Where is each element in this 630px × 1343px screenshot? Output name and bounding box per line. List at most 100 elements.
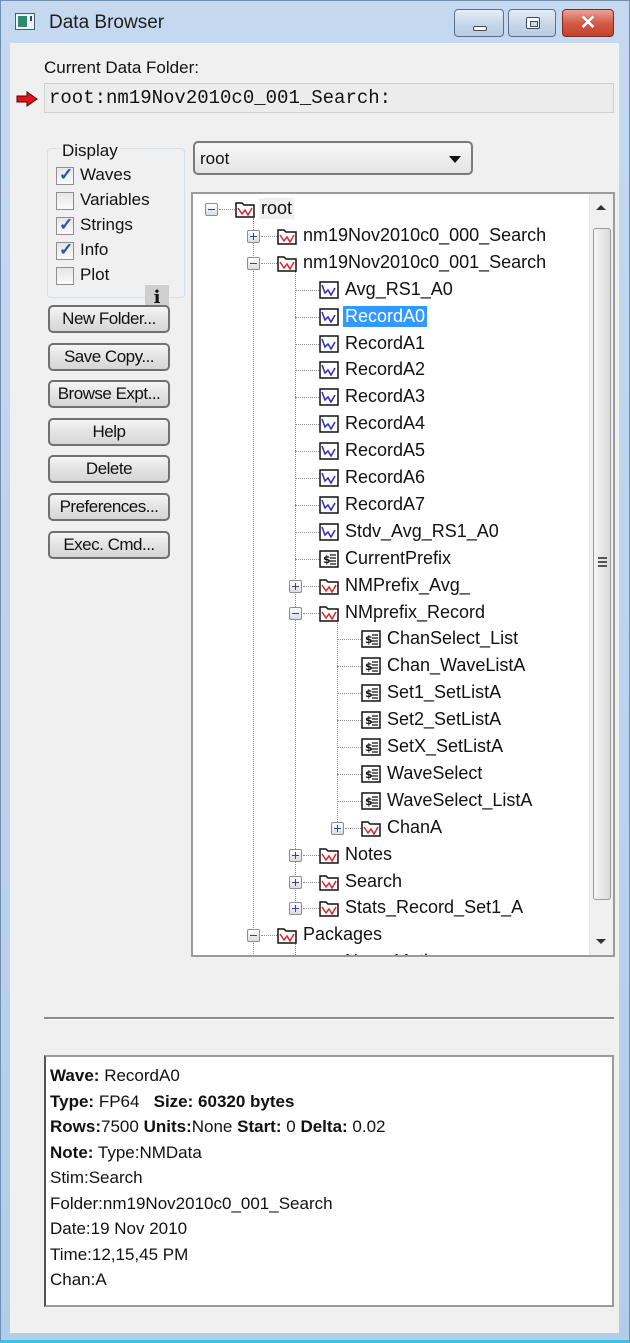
tree-connector <box>337 720 361 722</box>
tree-connector <box>261 262 277 264</box>
tree-scrollbar[interactable] <box>589 194 613 955</box>
data-browser-window: Data Browser ✕ Current Data Folder: root… <box>0 0 630 1343</box>
tree-string-item[interactable]: $ CurrentPrefix <box>193 546 589 573</box>
tree-folder-item[interactable]: NeuroMatic <box>193 949 589 957</box>
tree-folder-item[interactable]: Stats_Record_Set1_A <box>193 895 589 922</box>
tree-wave-item[interactable]: Stdv_Avg_RS1_A0 <box>193 519 589 546</box>
expand-icon[interactable] <box>289 956 302 957</box>
tree-string-item[interactable]: $ Set1_SetListA <box>193 680 589 707</box>
data-folder-icon <box>277 256 297 272</box>
tree-wave-item[interactable]: RecordA3 <box>193 384 589 411</box>
tree-item-label: NMPrefix_Avg_ <box>345 574 470 595</box>
folder-select[interactable]: root <box>193 141 473 175</box>
browse-expt-button[interactable]: Browse Expt... <box>48 380 170 408</box>
collapse-icon[interactable] <box>205 203 218 216</box>
tree-folder-item[interactable]: nm19Nov2010c0_001_Search <box>193 250 589 277</box>
expand-icon[interactable] <box>247 229 260 243</box>
checkbox-box[interactable]: ✓ <box>56 215 74 235</box>
tree-wave-item[interactable]: RecordA4 <box>193 411 589 438</box>
tree-item-label: Notes <box>345 843 393 864</box>
tree-folder-item[interactable]: NMPrefix_Avg_ <box>193 573 589 600</box>
close-button[interactable]: ✕ <box>562 9 614 37</box>
expand-icon[interactable] <box>331 821 344 835</box>
checkbox-box[interactable] <box>56 267 74 285</box>
scroll-thumb[interactable] <box>593 228 611 900</box>
delete-button[interactable]: Delete <box>48 455 170 483</box>
tree-item-label: root <box>259 198 295 219</box>
collapse-icon[interactable] <box>247 256 260 270</box>
collapse-icon[interactable] <box>289 606 302 620</box>
collapse-icon[interactable] <box>247 929 260 943</box>
exec-cmd-button[interactable]: Exec. Cmd... <box>48 531 170 559</box>
tree-connector <box>337 747 361 748</box>
grip-icon <box>598 557 607 569</box>
tree-item-label: Stats_Record_Set1_A <box>345 897 524 918</box>
scroll-up-button[interactable] <box>590 196 613 220</box>
expand-icon[interactable] <box>289 579 302 593</box>
tree-folder-item[interactable]: Search <box>193 869 589 896</box>
checkbox-box[interactable] <box>56 192 74 210</box>
wave-icon <box>319 442 339 460</box>
tree-connector <box>261 235 277 237</box>
tree-connector <box>295 316 319 318</box>
string-variable-icon: $ <box>361 711 381 729</box>
tree-wave-item[interactable]: RecordA6 <box>193 465 589 492</box>
checkbox-box[interactable]: ✓ <box>56 240 74 260</box>
title-bar[interactable]: Data Browser ✕ <box>1 1 629 43</box>
data-folder-icon <box>319 953 339 957</box>
checkbox-box[interactable]: ✓ <box>56 165 74 185</box>
tree-item-label: RecordA1 <box>345 332 426 353</box>
minimize-button[interactable] <box>454 9 504 37</box>
tree-connector <box>303 585 319 587</box>
tree-string-item[interactable]: $ Set2_SetListA <box>193 707 589 734</box>
tree-wave-item[interactable]: RecordA0 <box>193 304 589 331</box>
wave-icon <box>319 361 339 380</box>
data-folder-icon <box>319 847 339 864</box>
minimize-icon <box>473 26 487 31</box>
tree-folder-item[interactable]: nm19Nov2010c0_000_Search <box>193 223 589 250</box>
current-folder-arrow-icon <box>16 91 38 107</box>
new-folder-button[interactable]: New Folder... <box>48 305 170 333</box>
expand-icon[interactable] <box>289 848 302 862</box>
tree-wave-item[interactable]: RecordA1 <box>193 331 589 358</box>
tree-wave-item[interactable]: Avg_RS1_A0 <box>193 277 589 304</box>
tree-string-item[interactable]: $ WaveSelect <box>193 761 589 788</box>
tree-folder-item[interactable]: Notes <box>193 842 589 869</box>
tree-item-label: NeuroMatic <box>343 951 439 955</box>
tree-folder-item[interactable]: root <box>193 196 589 223</box>
tree-wave-item[interactable]: RecordA5 <box>193 438 589 465</box>
tree-item-label: nm19Nov2010c0_000_Search <box>303 224 547 245</box>
data-folder-icon <box>319 605 339 622</box>
arrow-up-icon <box>596 205 606 210</box>
string-variable-icon: $ <box>361 684 381 702</box>
tree-folder-item[interactable]: Packages <box>193 922 589 949</box>
tree-item-label: Chan_WaveListA <box>387 655 526 676</box>
expand-icon[interactable] <box>289 902 302 916</box>
tree-item-label: Set1_SetListA <box>387 682 502 703</box>
string-variable-icon: $ <box>361 738 381 756</box>
tree-folder-item[interactable]: NMprefix_Record <box>193 600 589 627</box>
help-button[interactable]: Help <box>48 418 170 446</box>
expand-icon[interactable] <box>289 875 302 889</box>
chevron-down-icon <box>449 156 461 163</box>
maximize-button[interactable] <box>508 9 556 37</box>
current-folder-label: Current Data Folder: <box>44 58 199 77</box>
save-copy-button[interactable]: Save Copy... <box>48 343 170 371</box>
tree-wave-item[interactable]: RecordA7 <box>193 492 589 519</box>
scroll-down-button[interactable] <box>590 929 613 953</box>
tree-connector <box>303 908 319 910</box>
tree-string-item[interactable]: $ ChanSelect_List <box>193 626 589 653</box>
data-tree[interactable]: root nm19Nov2010c0_000_Search nm19Nov2010c… <box>191 192 615 957</box>
tree-string-item[interactable]: $ WaveSelect_ListA <box>193 788 589 815</box>
tree-connector <box>295 451 319 453</box>
tree-wave-item[interactable]: RecordA2 <box>193 357 589 384</box>
preferences-button[interactable]: Preferences... <box>48 493 170 521</box>
tree-string-item[interactable]: $ SetX_SetListA <box>193 734 589 761</box>
panel-divider[interactable] <box>44 1017 614 1020</box>
tree-item-label: Stdv_Avg_RS1_A0 <box>345 520 499 541</box>
checkbox-label: Plot <box>80 265 110 284</box>
current-folder-path[interactable]: root:nm19Nov2010c0_001_Search: <box>44 83 614 113</box>
checkbox-label: Strings <box>80 215 133 234</box>
tree-string-item[interactable]: $ Chan_WaveListA <box>193 653 589 680</box>
tree-folder-item[interactable]: ChanA <box>193 815 589 842</box>
